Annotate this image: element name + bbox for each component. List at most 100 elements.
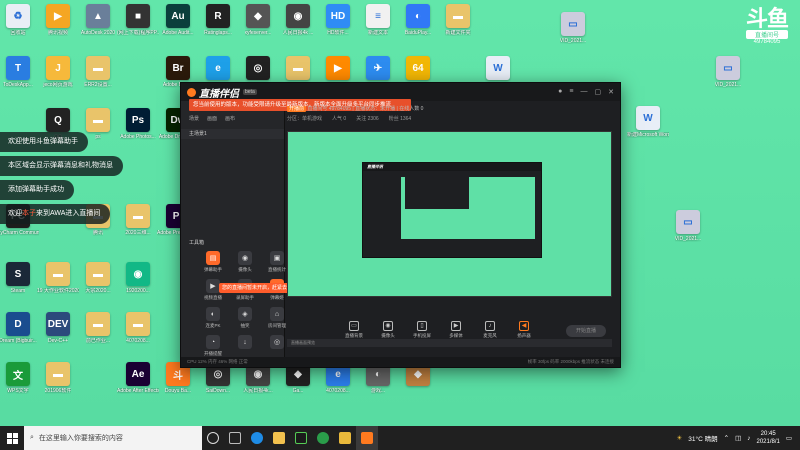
avatar-icon[interactable]: ●	[558, 88, 562, 96]
windows-icon	[6, 432, 18, 444]
tab-scene[interactable]: 场景	[189, 115, 199, 127]
tray-chevron-icon[interactable]: ⌃	[724, 434, 729, 442]
toast-text: 添加弹幕助手成功	[8, 186, 64, 193]
toast-text: 欢迎使用斗鱼弹幕助手	[8, 138, 78, 145]
desktop-icon[interactable]: 文 WPS文字	[0, 362, 38, 394]
desktop-icon-label: ps	[95, 134, 101, 140]
folder-taskbar-icon[interactable]	[334, 426, 356, 450]
desktop-icon[interactable]: ▭ VID_2021...	[668, 210, 708, 242]
room-stat: 粉丝 1364	[388, 116, 412, 122]
desktop-icon[interactable]: ▬ 2020三维...	[118, 204, 158, 236]
task-view-icon[interactable]	[202, 426, 224, 450]
toolbox-item[interactable]: ◈ 抽奖	[231, 307, 259, 329]
desktop-icon[interactable]: ▬ 4070208...	[118, 312, 158, 344]
room-stat: 分区：单机游戏	[287, 116, 323, 122]
stream-preview[interactable]: 直播伴侣	[287, 131, 612, 297]
desktop-icon-label: 19 大作业软件2020...	[37, 288, 79, 294]
desktop-icon[interactable]: T ToDeskApp...	[0, 56, 38, 88]
edge-icon[interactable]	[246, 426, 268, 450]
desktop-icon[interactable]: ■ (网上下载)程序PP...	[117, 4, 159, 36]
weather-icon: ☀	[676, 435, 683, 442]
desktop-icon-glyph: S	[6, 262, 30, 286]
desktop-icon[interactable]: D Dream (Bigbuir...	[0, 312, 38, 344]
desktop-icon[interactable]: S Steam	[0, 262, 38, 294]
desktop-icon[interactable]: ◉ 1920200...	[118, 262, 158, 294]
tab-canvas[interactable]: 画布	[225, 115, 235, 127]
desktop-icon[interactable]: R Ratinglaps...	[198, 4, 238, 36]
toolbox-item[interactable]: ◐ 连麦PK	[199, 307, 227, 329]
desktop-icon[interactable]: Jjeco网页游戏	[38, 56, 78, 88]
desktop-icon[interactable]: ▭ VID_2021...	[553, 12, 593, 44]
close-icon[interactable]: ✕	[608, 88, 614, 96]
volume-icon[interactable]: ♪	[747, 435, 750, 442]
desktop-icon[interactable]: W 新建Microsoft Word 文档	[627, 106, 669, 138]
widgets-icon[interactable]	[224, 426, 246, 450]
desktop-icon-glyph: W	[636, 106, 660, 130]
desktop-icon[interactable]: ▲ AutoDesk 2020	[78, 4, 118, 36]
desktop-icon-glyph: R	[206, 4, 230, 28]
source-control[interactable]: ▶ 多媒体	[443, 321, 469, 339]
desktop-icon[interactable]: ▬ 19 大作业软件2020...	[37, 262, 79, 294]
pycharm-taskbar-icon[interactable]	[290, 426, 312, 450]
source-control[interactable]: ▯ 手机投屏	[409, 321, 435, 339]
desktop-icon[interactable]: ▬ 新建文件夹	[438, 4, 478, 36]
toolbox-item[interactable]: ▤ 弹幕助手	[199, 251, 227, 273]
live-companion-window[interactable]: 直播伴侣 beta ● ≡ — ▢ ✕ 场景 画面 画布 主场景1 工具箱 ▤ 弹…	[180, 82, 621, 368]
desktop-icon-label: 4070208...	[326, 388, 350, 394]
source-control-label: 麦克风	[483, 333, 497, 338]
toolbox-item[interactable]: ⌂ 房间管理	[263, 307, 291, 329]
chrome-icon[interactable]	[312, 426, 334, 450]
desktop-icon[interactable]: ▭ VID_2021...	[708, 56, 748, 88]
desktop-icon-label: VID_2021...	[674, 236, 702, 242]
go-live-button[interactable]: 开始直播	[566, 325, 606, 337]
source-control[interactable]: ◉ 摄像头	[375, 321, 401, 339]
toolbox-item[interactable]: ◔ 开播提醒	[199, 335, 227, 357]
desktop-icon-glyph: ■	[126, 4, 150, 28]
desktop-icon[interactable]: ◉ 人民日报4k ...	[278, 4, 318, 36]
start-button[interactable]	[0, 426, 24, 450]
desktop-icon[interactable]: ◆ xyfeserver...	[238, 4, 278, 36]
system-tray: ☀ 31°C 晴朗 ⌃ ◫ ♪ 20:45 2021/8/1 ▭	[676, 430, 800, 446]
desktop-icon-glyph: HD	[326, 4, 350, 28]
tab-screen[interactable]: 画面	[207, 115, 217, 127]
desktop-icon[interactable]: HD HD软件...	[318, 4, 358, 36]
menu-icon[interactable]: ≡	[569, 88, 573, 96]
desktop-icon[interactable]: ▬ 前已作业...	[78, 312, 118, 344]
room-info: 直播间号 49784095 | 直播状态：未开播 | 在线人数 0	[307, 106, 424, 112]
douyu-taskbar-icon[interactable]	[356, 426, 378, 450]
desktop-icon[interactable]: ≡ 新建文本	[358, 4, 398, 36]
minimize-icon[interactable]: —	[581, 88, 588, 96]
toolbox-item[interactable]: ↓	[231, 335, 259, 357]
desktop-icon[interactable]: ♻ 回收站	[0, 4, 38, 36]
desktop-icon-glyph: ♻	[6, 4, 30, 28]
desktop-icon-label: ToDeskApp...	[3, 82, 33, 88]
source-control[interactable]: ♪ 麦克风	[477, 321, 503, 339]
desktop-icon[interactable]: ▬ ERR2设置...	[78, 56, 118, 88]
weather-text[interactable]: 31°C 晴朗	[688, 433, 717, 443]
desktop-icon[interactable]: ◐ BaiduPlay...	[398, 4, 438, 36]
desktop-icon-label: 腾讯视频	[47, 30, 68, 36]
notifications-icon[interactable]: ▭	[786, 434, 792, 442]
explorer-icon[interactable]	[268, 426, 290, 450]
clock[interactable]: 20:45 2021/8/1	[756, 430, 779, 446]
desktop-icon[interactable]: Ae Adobe After Effects 2020	[117, 362, 159, 394]
desktop-icon-label: VID_2021...	[559, 38, 587, 44]
desktop-icon[interactable]: ▬ 201906软件	[38, 362, 78, 394]
taskbar-search[interactable]: ⌕ 在这里输入你要搜索的内容	[24, 426, 202, 450]
desktop-icon-glyph: D	[6, 312, 30, 336]
desktop-icon-label: 新建Microsoft Word 文档	[627, 132, 669, 138]
toolbox-item[interactable]: ◉ 摄像头	[231, 251, 259, 273]
desktop-icon[interactable]: ▶ 腾讯视频	[38, 4, 78, 36]
desktop-icon-label: 大宗2020...	[85, 288, 111, 294]
source-control[interactable]: ▭ 直播背景	[341, 321, 367, 339]
desktop-icon[interactable]: Ps Adobe Photos...	[118, 108, 158, 140]
desktop-icon[interactable]: Au Adobe Audit...	[158, 4, 198, 36]
scene-item[interactable]: 主场景1	[181, 129, 284, 139]
desktop-icon-glyph: ▭	[676, 210, 700, 234]
source-control[interactable]: ◀ 扬声器	[511, 321, 537, 339]
desktop-icon[interactable]: DEV Dev-C++	[38, 312, 78, 344]
desktop-icon-label: 人民日报4k ...	[282, 30, 314, 36]
desktop-icon[interactable]: ▬ 大宗2020...	[78, 262, 118, 294]
maximize-icon[interactable]: ▢	[595, 88, 602, 96]
network-icon[interactable]: ◫	[735, 434, 741, 442]
